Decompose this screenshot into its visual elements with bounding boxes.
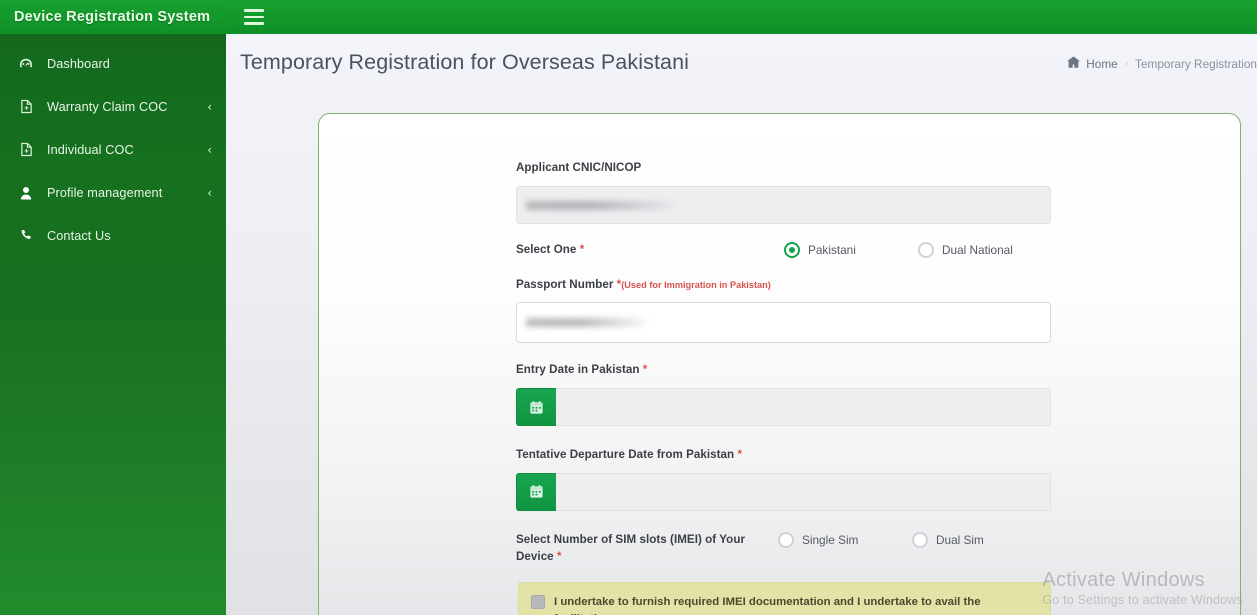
main-content: Temporary Registration for Overseas Paki… — [226, 34, 1257, 615]
departure-date-calendar-icon[interactable] — [516, 472, 556, 511]
passport-hint: (Used for Immigration in Pakistan) — [621, 279, 771, 290]
sidebar-item-label: Profile management — [47, 185, 163, 200]
chevron-left-icon[interactable]: ‹ — [207, 101, 212, 113]
registration-form-card: Applicant CNIC/NICOP Select One * Pakist… — [318, 113, 1241, 615]
sidebar-item-dashboard[interactable]: Dashboard — [0, 42, 226, 85]
cnic-label: Applicant CNIC/NICOP — [516, 161, 642, 174]
sim-slots-label-text: Select Number of SIM slots (IMEI) of You… — [516, 532, 746, 563]
sim-slots-label: Select Number of SIM slots (IMEI) of You… — [516, 532, 778, 566]
user-icon — [16, 186, 36, 200]
phone-icon — [16, 229, 36, 242]
select-one-label: Select One * — [516, 242, 784, 259]
radio-label: Single Sim — [802, 532, 859, 547]
cnic-input[interactable] — [516, 185, 1051, 224]
declaration-text: I undertake to furnish required IMEI doc… — [554, 595, 981, 615]
departure-date-input[interactable] — [556, 472, 1051, 511]
home-icon — [1067, 56, 1081, 71]
field-group-cnic: Applicant CNIC/NICOP — [516, 160, 1051, 224]
dashboard-icon — [16, 57, 36, 71]
entry-date-label-text: Entry Date in Pakistan — [516, 363, 643, 377]
radio-label: Dual National — [942, 242, 1013, 257]
field-group-departure-date: Tentative Departure Date from Pakistan * — [516, 447, 1051, 511]
required-marker: * — [642, 363, 648, 377]
required-marker: * — [737, 448, 743, 462]
declaration-checkbox[interactable] — [531, 594, 545, 609]
required-marker: * — [556, 549, 562, 563]
document-icon — [16, 142, 36, 157]
breadcrumb: Home › Temporary Registration — [1067, 56, 1257, 71]
radio-indicator[interactable] — [918, 241, 934, 258]
radio-option-dual-sim[interactable]: Dual Sim — [912, 531, 984, 548]
declaration-alert: I undertake to furnish required IMEI doc… — [518, 581, 1051, 615]
radio-indicator[interactable] — [778, 531, 794, 548]
sidebar-item-profile-management[interactable]: Profile management ‹ — [0, 171, 226, 214]
chevron-left-icon[interactable]: ‹ — [207, 187, 212, 199]
page-title: Temporary Registration for Overseas Paki… — [240, 49, 690, 74]
app-brand-title: Device Registration System — [0, 0, 226, 34]
passport-label: Passport Number *(Used for Immigration i… — [516, 277, 1051, 294]
breadcrumb-home-link[interactable]: Home — [1067, 56, 1118, 71]
field-group-sim-slots: Select Number of SIM slots (IMEI) of You… — [516, 531, 1051, 566]
entry-date-calendar-icon[interactable] — [516, 388, 556, 427]
page-header: Temporary Registration for Overseas Paki… — [226, 34, 1257, 90]
select-one-label-text: Select One — [516, 242, 580, 256]
chevron-left-icon[interactable]: ‹ — [207, 144, 212, 156]
sidebar-item-label: Individual COC — [47, 142, 134, 157]
sidebar: Dashboard Warranty Claim COC ‹ Individua… — [0, 34, 226, 615]
sidebar-item-individual-coc[interactable]: Individual COC ‹ — [0, 128, 226, 171]
sidebar-item-label: Contact Us — [47, 228, 111, 243]
breadcrumb-separator: › — [1124, 58, 1129, 69]
radio-label: Dual Sim — [936, 532, 984, 547]
radio-label: Pakistani — [808, 242, 856, 257]
departure-date-label-text: Tentative Departure Date from Pakistan — [516, 448, 738, 462]
sidebar-item-warranty-claim-coc[interactable]: Warranty Claim COC ‹ — [0, 85, 226, 128]
entry-date-label: Entry Date in Pakistan * — [516, 362, 1051, 379]
field-group-select-one: Select One * Pakistani Dual National — [516, 241, 1051, 259]
app-root: Device Registration System Dashboard War… — [0, 0, 1257, 615]
top-bar: Device Registration System — [0, 0, 1257, 34]
sidebar-item-contact-us[interactable]: Contact Us — [0, 214, 226, 257]
radio-option-dual-national[interactable]: Dual National — [918, 241, 1013, 258]
passport-label-text: Passport Number — [516, 277, 617, 291]
document-icon — [16, 99, 36, 114]
field-group-passport: Passport Number *(Used for Immigration i… — [516, 277, 1051, 344]
hamburger-icon[interactable] — [244, 9, 264, 25]
breadcrumb-home-label: Home — [1086, 56, 1118, 71]
sidebar-item-label: Dashboard — [47, 56, 110, 71]
radio-option-single-sim[interactable]: Single Sim — [778, 531, 912, 548]
passport-input[interactable] — [516, 302, 1051, 344]
breadcrumb-current: Temporary Registration — [1135, 56, 1257, 71]
radio-option-pakistani[interactable]: Pakistani — [784, 241, 918, 258]
required-marker: * — [579, 242, 585, 256]
radio-indicator[interactable] — [912, 531, 928, 548]
entry-date-input[interactable] — [556, 388, 1051, 427]
sidebar-item-label: Warranty Claim COC — [47, 99, 168, 114]
radio-indicator[interactable] — [784, 241, 800, 258]
departure-date-label: Tentative Departure Date from Pakistan * — [516, 447, 1051, 464]
field-group-entry-date: Entry Date in Pakistan * — [516, 362, 1051, 427]
form-container: Applicant CNIC/NICOP Select One * Pakist… — [319, 114, 1240, 615]
